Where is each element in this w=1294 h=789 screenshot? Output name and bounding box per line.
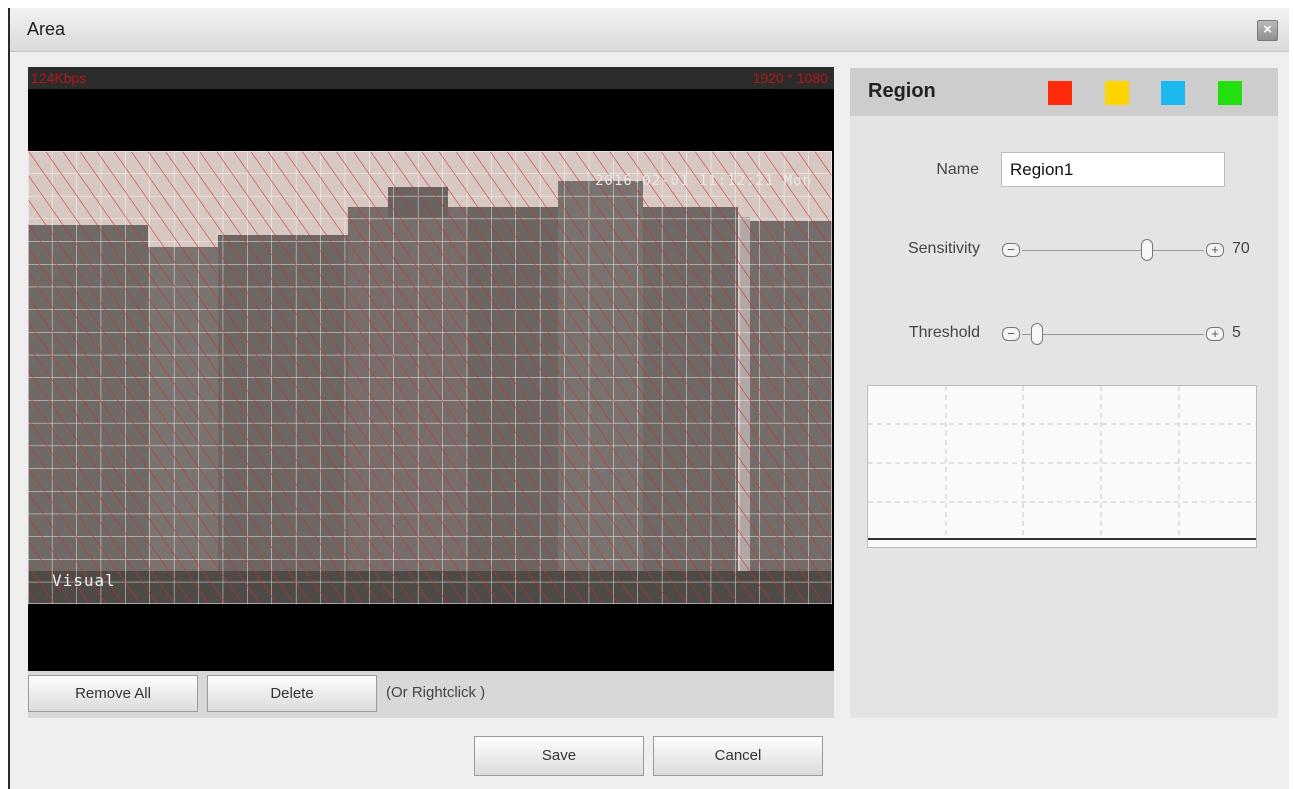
threshold-increase-button[interactable]: + [1206,327,1224,341]
video-panel: 124Kbps 1920 * 1080 2016-02-01 11:12:21 … [28,67,834,718]
threshold-decrease-button[interactable]: − [1002,327,1020,341]
motion-graph-grid [868,386,1256,540]
delete-button[interactable]: Delete [207,675,377,712]
minus-icon: − [1007,242,1015,257]
sensitivity-track[interactable] [1022,250,1204,251]
dialog-title: Area [27,19,66,39]
remove-all-button[interactable]: Remove All [28,675,198,712]
save-button[interactable]: Save [474,736,644,776]
video-preview[interactable]: 124Kbps 1920 * 1080 2016-02-01 11:12:21 … [28,67,834,671]
cancel-button[interactable]: Cancel [653,736,823,776]
threshold-label: Threshold [908,324,980,341]
close-icon: × [1263,21,1272,38]
minus-icon: − [1007,326,1015,341]
plus-icon: + [1211,242,1219,257]
sensitivity-label: Sensitivity [907,240,980,257]
region-header: Region [850,68,1278,116]
region-panel: Region Name Sensitivity − + 70 Threshold… [850,68,1278,718]
threshold-slider-thumb[interactable] [1030,323,1043,345]
sensitivity-increase-button[interactable]: + [1206,243,1224,257]
threshold-track[interactable] [1022,334,1204,335]
video-osd-bar: 124Kbps 1920 * 1080 [28,67,834,89]
threshold-value: 5 [1232,324,1241,341]
bitrate-text: 124Kbps [31,70,87,86]
video-mode-label: Visual [52,571,116,590]
motion-graph [867,385,1257,548]
sensitivity-slider-thumb[interactable] [1141,239,1153,261]
name-label: Name [936,161,979,178]
sensitivity-decrease-button[interactable]: − [1002,243,1020,257]
motion-detection-area[interactable]: 2016-02-01 11:12:21 Mon Visual [28,150,833,605]
area-dialog: Area × 124Kbps 1920 * 1080 2016-02-01 11… [10,8,1289,789]
rightclick-hint: (Or Rightclick ) [386,684,486,701]
region-name-input[interactable] [1001,152,1225,187]
region-title: Region [868,80,936,102]
sensitivity-value: 70 [1232,240,1250,257]
dialog-titlebar: Area × [10,8,1289,52]
video-timestamp: 2016-02-01 11:12:21 Mon [595,173,812,189]
region-color-yellow[interactable] [1105,81,1129,105]
camera-scene-image [28,150,833,605]
region-color-green[interactable] [1218,81,1242,105]
close-button[interactable]: × [1257,20,1278,41]
region-color-red[interactable] [1048,81,1072,105]
resolution-text: 1920 * 1080 [752,70,828,86]
plus-icon: + [1211,326,1219,341]
region-color-blue[interactable] [1161,81,1185,105]
